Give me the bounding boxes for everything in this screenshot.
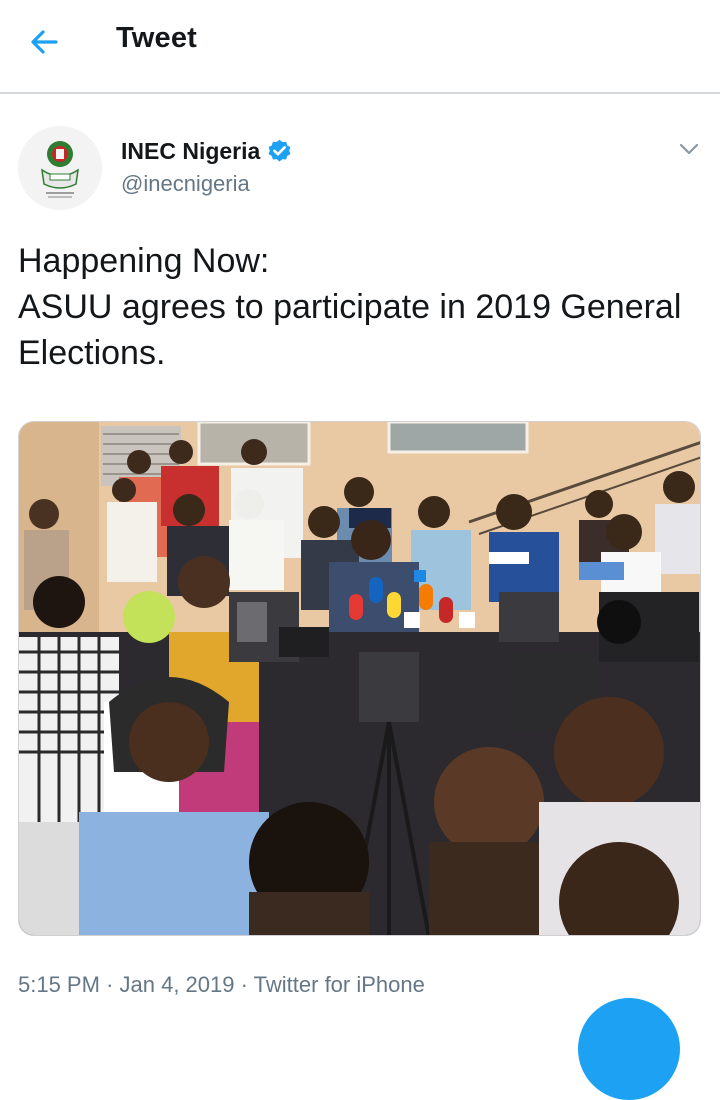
page-title: Tweet — [116, 22, 198, 54]
press-conference-photo — [19, 422, 700, 935]
tweet-text: Happening Now: ASUU agrees to participat… — [18, 238, 708, 376]
more-options-button[interactable] — [676, 138, 702, 160]
tweet-date: Jan 4, 2019 — [119, 972, 235, 997]
meta-separator: · — [240, 972, 248, 997]
inec-logo-avatar — [18, 126, 102, 210]
tweet-line: Happening Now: — [18, 242, 270, 280]
author-name: INEC Nigeria — [121, 138, 261, 164]
arrow-left-icon — [31, 30, 58, 54]
compose-tweet-button[interactable] — [578, 998, 680, 1100]
tweet-line: ASUU agrees to participate in 2019 Gener… — [18, 288, 682, 326]
tweet-time: 5:15 PM — [18, 972, 100, 997]
chevron-down-icon — [679, 143, 699, 155]
tweet-meta: 5:15 PM · Jan 4, 2019 · Twitter for iPho… — [18, 972, 425, 998]
tweet-source[interactable]: Twitter for iPhone — [254, 972, 425, 997]
meta-separator: · — [106, 972, 114, 997]
author-handle[interactable]: @inecnigeria — [121, 171, 250, 197]
author-name-row[interactable]: INEC Nigeria — [121, 138, 293, 165]
tweet-photo[interactable] — [18, 421, 701, 936]
tweet-line: Elections. — [18, 334, 166, 372]
verified-badge-icon — [268, 139, 291, 162]
avatar[interactable] — [18, 126, 102, 210]
top-bar: Tweet — [0, 0, 720, 94]
back-button[interactable] — [26, 24, 62, 60]
